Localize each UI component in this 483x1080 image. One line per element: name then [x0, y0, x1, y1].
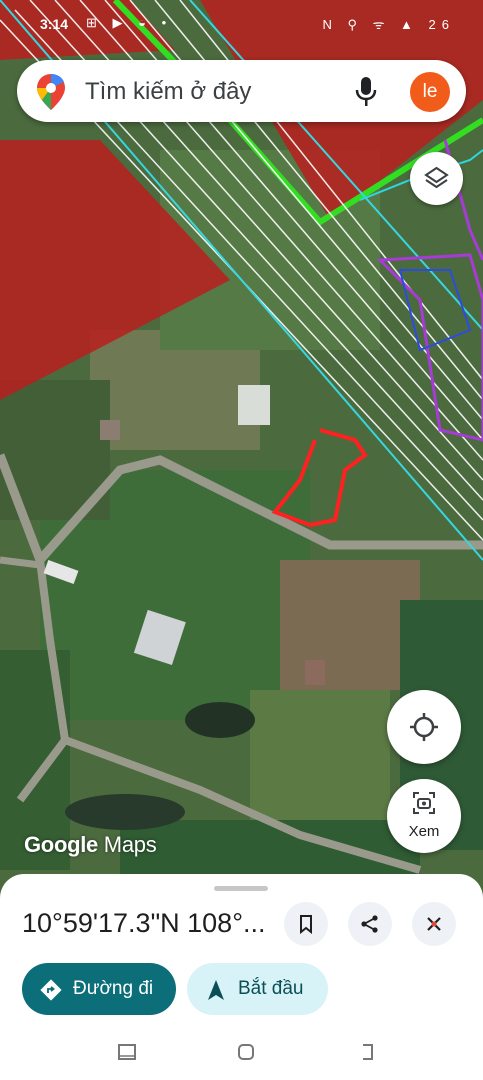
maps-pin-icon [37, 74, 65, 110]
directions-button[interactable]: Đường đi [22, 963, 176, 1015]
save-button[interactable] [284, 902, 328, 946]
home-icon[interactable] [236, 1042, 256, 1062]
coordinates-title: 10°59'17.3"N 108°... [22, 908, 266, 938]
watermark-maps: Maps [103, 832, 157, 857]
layers-icon [424, 166, 449, 189]
share-icon [361, 915, 378, 933]
watermark-google: Google [24, 832, 98, 857]
my-location-icon [410, 713, 438, 741]
status-bar: 3:14 ⊞ ▶ ◒ • N ⚲ ᯤ ▲ 26 [0, 0, 483, 50]
status-left-icons: ⊞ ▶ ◒ • [86, 15, 173, 30]
status-right-icons: N ⚲ ᯤ ▲ 26 [322, 17, 455, 32]
close-icon [427, 917, 441, 931]
camera-scan-icon [413, 792, 435, 814]
street-view-label: Xem [408, 823, 440, 840]
my-location-button[interactable] [387, 690, 461, 764]
start-navigation-button[interactable]: Bắt đầu [187, 963, 328, 1015]
layers-button[interactable] [410, 152, 463, 205]
sheet-drag-handle[interactable] [214, 886, 268, 891]
start-label: Bắt đầu [238, 978, 304, 999]
system-navigation-bar [0, 1030, 483, 1080]
street-view-button[interactable]: Xem [387, 779, 461, 853]
status-time: 3:14 [40, 16, 69, 32]
microphone-icon[interactable] [355, 77, 377, 107]
google-maps-watermark: Google Maps [24, 832, 157, 858]
directions-label: Đường đi [73, 978, 154, 999]
search-bar[interactable]: le [17, 60, 466, 122]
recent-apps-icon[interactable] [117, 1042, 137, 1062]
directions-icon [40, 979, 62, 1001]
account-avatar[interactable]: le [410, 72, 450, 112]
back-icon[interactable] [357, 1042, 377, 1062]
share-button[interactable] [348, 902, 392, 946]
close-button[interactable] [412, 902, 456, 946]
bookmark-icon [300, 915, 312, 934]
search-input[interactable] [83, 74, 347, 110]
navigation-arrow-icon [208, 980, 224, 1000]
